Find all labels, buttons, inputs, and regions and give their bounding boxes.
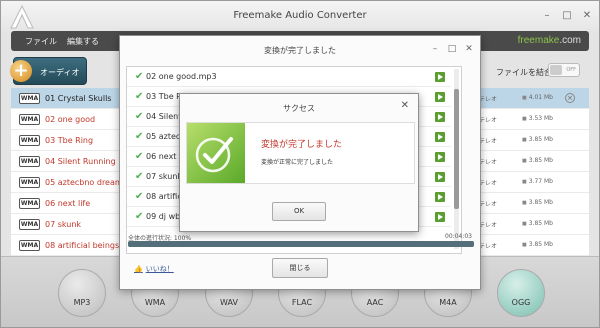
success-heading: 変換が完了しました bbox=[261, 140, 343, 150]
file-name: 08 artificial beings bbox=[45, 241, 120, 250]
wma-file-icon: WMA bbox=[19, 219, 40, 230]
file-name: 03 Tbe Ring bbox=[45, 136, 94, 145]
list-item: ✔ 02 one good.mp3 bbox=[127, 67, 451, 87]
success-message-panel: 変換が完了しました 変換が正常に完了しました bbox=[186, 122, 415, 184]
check-icon: ✔ bbox=[135, 211, 144, 222]
check-icon: ✔ bbox=[135, 131, 144, 142]
close-icon[interactable]: ✕ bbox=[401, 100, 409, 111]
check-icon: ✔ bbox=[135, 71, 144, 82]
title-bar: Freemake Audio Converter – □ ✕ bbox=[1, 1, 599, 31]
add-audio-label: オーディオ bbox=[40, 68, 80, 77]
check-icon: ✔ bbox=[135, 191, 144, 202]
wma-file-icon: WMA bbox=[19, 198, 40, 209]
converted-file-name: 02 one good.mp3 bbox=[146, 72, 217, 81]
join-files-label: ファイルを結合 bbox=[496, 68, 552, 77]
app-title: Freemake Audio Converter bbox=[233, 10, 367, 21]
remove-file-icon[interactable]: × bbox=[565, 93, 575, 103]
elapsed-time: 00:04:03 bbox=[445, 233, 472, 240]
file-size: 3.77 Mb bbox=[522, 178, 553, 185]
close-button[interactable]: 閉じる bbox=[272, 258, 328, 278]
file-channels: テレオ bbox=[479, 159, 498, 166]
progress-bar bbox=[128, 241, 474, 247]
format-label-mp3: MP3 bbox=[73, 298, 91, 307]
mp3-format-icon[interactable] bbox=[58, 269, 106, 317]
close-icon[interactable]: ✕ bbox=[464, 44, 474, 54]
wma-file-icon: WMA bbox=[19, 240, 40, 251]
scrollbar[interactable] bbox=[454, 69, 459, 249]
ogg-format-icon[interactable] bbox=[497, 269, 545, 317]
format-label-wav: WAV bbox=[220, 298, 238, 307]
check-icon: ✔ bbox=[135, 151, 144, 162]
wma-file-icon: WMA bbox=[19, 156, 40, 167]
file-channels: テレオ bbox=[479, 201, 498, 208]
check-icon: ✔ bbox=[135, 171, 144, 182]
success-message: 変換が正常に完了しました bbox=[261, 159, 334, 166]
minimize-icon[interactable]: – bbox=[430, 44, 440, 54]
file-size: 4.01 Mb bbox=[522, 94, 553, 101]
file-name: 04 Silent Running bbox=[45, 157, 116, 166]
file-name: 02 one good bbox=[45, 115, 96, 124]
play-icon[interactable] bbox=[435, 212, 445, 222]
play-icon[interactable] bbox=[435, 192, 445, 202]
file-size: 3.85 Mb bbox=[522, 199, 553, 206]
brand-main: freemake bbox=[517, 35, 560, 46]
play-icon[interactable] bbox=[435, 172, 445, 182]
play-icon[interactable] bbox=[435, 152, 445, 162]
success-dialog-title: サクセス bbox=[283, 104, 315, 113]
file-name: 07 skunk bbox=[45, 220, 82, 229]
converted-file-name: 06 next li bbox=[146, 152, 184, 161]
file-channels: テレオ bbox=[479, 180, 498, 187]
file-channels: テレオ bbox=[479, 222, 498, 229]
check-icon: ✔ bbox=[135, 111, 144, 122]
format-label-aac: AAC bbox=[366, 298, 384, 307]
play-icon[interactable] bbox=[435, 92, 445, 102]
success-dialog: サクセス ✕ 変換が完了しました 変換が正常に完了しました OK bbox=[179, 93, 419, 232]
file-channels: テレオ bbox=[479, 117, 498, 124]
minimize-icon[interactable]: – bbox=[541, 10, 553, 22]
conversion-dialog-title: 変換が完了しました bbox=[264, 46, 336, 55]
menu-file[interactable]: ファイル bbox=[25, 36, 57, 47]
wma-file-icon: WMA bbox=[19, 114, 40, 125]
file-channels: テレオ bbox=[479, 138, 498, 145]
file-size: 3.85 Mb bbox=[522, 157, 553, 164]
plus-icon: + bbox=[10, 60, 32, 82]
progress-fill bbox=[128, 241, 474, 247]
file-name: 01 Crystal Skulls bbox=[45, 94, 112, 103]
join-toggle-state: OFF bbox=[566, 67, 576, 73]
format-label-m4a: M4A bbox=[439, 298, 457, 307]
file-channels: テレオ bbox=[479, 96, 498, 103]
maximize-icon[interactable]: □ bbox=[561, 10, 573, 22]
file-name: 06 next life bbox=[45, 199, 91, 208]
file-size: 3.85 Mb bbox=[522, 136, 553, 143]
file-size: 3.85 Mb bbox=[522, 241, 553, 248]
brand-link[interactable]: freemake.com bbox=[518, 35, 581, 46]
maximize-icon[interactable]: □ bbox=[447, 44, 457, 54]
wma-file-icon: WMA bbox=[19, 93, 40, 104]
check-icon: ✔ bbox=[135, 91, 144, 102]
close-icon[interactable]: ✕ bbox=[581, 10, 593, 22]
like-link[interactable]: いいね！ bbox=[134, 264, 174, 274]
converted-file-name: 04 Silent bbox=[146, 112, 182, 121]
play-icon[interactable] bbox=[435, 112, 445, 122]
menu-edit[interactable]: 編集する bbox=[67, 36, 99, 47]
success-checkmark-icon bbox=[187, 123, 245, 183]
format-label-ogg: OGG bbox=[511, 298, 531, 307]
join-files-toggle[interactable]: OFF bbox=[548, 63, 580, 77]
file-size: 3.53 Mb bbox=[522, 115, 553, 122]
play-icon[interactable] bbox=[435, 72, 445, 82]
format-label-wma: WMA bbox=[144, 298, 166, 307]
wma-file-icon: WMA bbox=[19, 177, 40, 188]
play-icon[interactable] bbox=[435, 132, 445, 142]
file-channels: テレオ bbox=[479, 243, 498, 250]
add-audio-button[interactable]: + オーディオ bbox=[10, 57, 87, 85]
ok-button[interactable]: OK bbox=[272, 202, 326, 221]
format-label-flac: FLAC bbox=[291, 298, 313, 307]
brand-suffix: .com bbox=[559, 35, 581, 46]
wma-file-icon: WMA bbox=[19, 135, 40, 146]
file-name: 05 aztecbno dream bbox=[45, 178, 123, 187]
file-size: 3.85 Mb bbox=[522, 220, 553, 227]
